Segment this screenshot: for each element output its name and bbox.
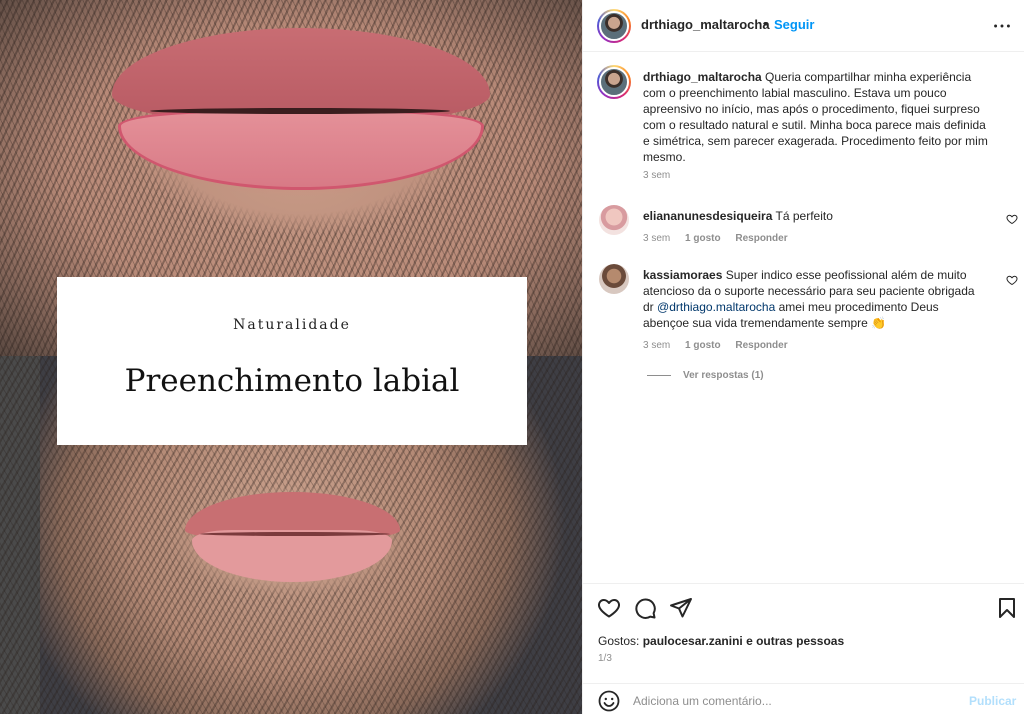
share-icon[interactable] <box>669 596 693 620</box>
bookmark-icon[interactable] <box>995 596 1019 620</box>
author-username[interactable]: drthiago_maltarocha <box>641 17 770 32</box>
commenter-avatar[interactable] <box>599 205 629 235</box>
comments-section: drthiago_maltarocha Queria compartilhar … <box>583 53 1024 583</box>
publish-button[interactable]: Publicar <box>969 694 1016 708</box>
comment-meta: 3 sem 1 gosto Responder <box>643 340 800 351</box>
image-title: Preenchimento labial <box>124 363 460 399</box>
comment-time[interactable]: 3 sem <box>643 233 670 244</box>
post-actions: Gostos: paulocesar.zanini e outras pesso… <box>583 583 1024 675</box>
likes-others-link[interactable]: e outras pessoas <box>746 634 844 648</box>
emoji-icon[interactable] <box>597 689 621 713</box>
comment-icon[interactable] <box>633 596 657 620</box>
caption-avatar[interactable] <box>597 65 631 99</box>
post-side-panel: drthiago_maltarocha • Seguir drthiago_ma… <box>582 0 1024 714</box>
caption-body: Queria compartilhar minha experiência co… <box>643 70 988 164</box>
comment-mention-link[interactable]: @drthiago.maltarocha <box>657 300 775 314</box>
post-image[interactable]: Naturalidade Preenchimento labial <box>0 0 582 714</box>
image-kicker: Naturalidade <box>233 317 351 333</box>
view-replies-button[interactable]: Ver respostas (1) <box>647 370 764 381</box>
comment-input[interactable] <box>633 690 953 712</box>
post-header: drthiago_maltarocha • Seguir <box>583 0 1024 52</box>
reply-button[interactable]: Responder <box>735 340 787 351</box>
follow-button[interactable]: Seguir <box>774 17 814 32</box>
add-comment-bar: Publicar <box>583 683 1024 714</box>
comment-heart-icon[interactable] <box>1006 274 1018 286</box>
comment-text: eliananunesdesiqueira Tá perfeito <box>643 208 983 224</box>
comment-username[interactable]: eliananunesdesiqueira <box>643 209 772 223</box>
replies-divider <box>647 374 671 376</box>
caption-text: drthiago_maltarocha Queria compartilhar … <box>643 69 988 165</box>
media-counter: 1/3 <box>598 653 612 664</box>
commenter-avatar[interactable] <box>599 264 629 294</box>
view-replies-label: Ver respostas (1) <box>683 370 764 381</box>
comment-heart-icon[interactable] <box>1006 213 1018 225</box>
lip-line-before <box>150 108 450 114</box>
comment-likes[interactable]: 1 gosto <box>685 340 721 351</box>
likes-prefix: Gostos: <box>598 634 640 648</box>
heart-icon[interactable] <box>597 596 621 620</box>
lip-line-after <box>200 532 390 536</box>
caption-username[interactable]: drthiago_maltarocha <box>643 70 762 84</box>
comment-meta: 3 sem 1 gosto Responder <box>643 233 800 244</box>
likes-user-link[interactable]: paulocesar.zanini <box>643 634 743 648</box>
comment-body: Tá perfeito <box>775 209 833 223</box>
comment-time[interactable]: 3 sem <box>643 340 670 351</box>
comment-likes[interactable]: 1 gosto <box>685 233 721 244</box>
comment-text: kassiamoraes Super indico esse peofissio… <box>643 267 988 331</box>
image-text-card: Naturalidade Preenchimento labial <box>57 277 527 445</box>
reply-button[interactable]: Responder <box>735 233 787 244</box>
comment-username[interactable]: kassiamoraes <box>643 268 722 282</box>
more-horizontal-icon[interactable] <box>991 15 1013 37</box>
likes-summary: Gostos: paulocesar.zanini e outras pesso… <box>598 634 844 648</box>
separator-dot: • <box>763 16 768 31</box>
caption-timestamp[interactable]: 3 sem <box>643 170 670 181</box>
author-avatar[interactable] <box>597 9 631 43</box>
